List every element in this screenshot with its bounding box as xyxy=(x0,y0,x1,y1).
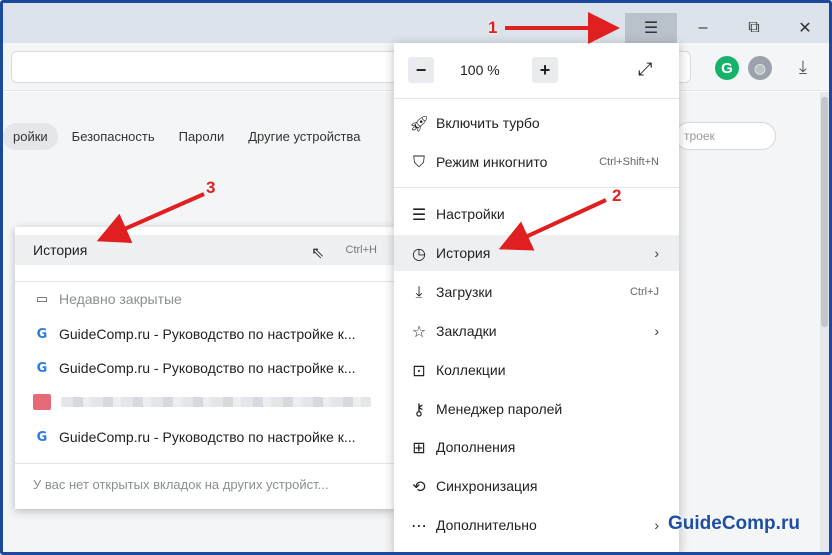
menu-item-label: Синхронизация xyxy=(436,478,538,494)
list-item-label: GuideComp.ru - Руководство по настройке … xyxy=(59,360,356,376)
menu-item-label: Настройки xyxy=(436,206,505,222)
history-submenu: История Ctrl+H ⇖ ▭ Недавно закрытые G Gu… xyxy=(15,227,395,509)
divider xyxy=(394,98,679,99)
fullscreen-icon[interactable]: ⤢ xyxy=(638,59,652,80)
more-dots-icon: ⋯ xyxy=(411,515,427,535)
minimize-button[interactable]: – xyxy=(683,13,723,43)
menu-item-label: Закладки xyxy=(436,323,497,339)
menu-item-shortcut: Ctrl+Shift+N xyxy=(599,156,659,168)
close-button[interactable]: ✕ xyxy=(785,13,825,43)
menu-item-incognito[interactable]: ⛉ Режим инкогнито Ctrl+Shift+N xyxy=(394,144,679,180)
download-icon: ⤓ xyxy=(415,282,423,301)
collections-bookmark-icon: ⊡ xyxy=(412,360,426,380)
guidecomp-favicon-icon: G xyxy=(36,360,48,376)
history-submenu-header[interactable]: История Ctrl+H xyxy=(15,235,395,265)
key-icon: ⚷ xyxy=(413,399,425,419)
menu-item-settings[interactable]: ☰ Настройки xyxy=(394,196,679,232)
list-item-label: GuideComp.ru - Руководство по настройке … xyxy=(59,429,356,445)
menu-item-turbo[interactable]: 🚀︎ Включить турбо xyxy=(394,105,679,141)
menu-item-sync[interactable]: ⟲ Синхронизация xyxy=(394,468,679,504)
list-item-label: GuideComp.ru - Руководство по настройке … xyxy=(59,326,356,342)
guidecomp-favicon-icon: G xyxy=(36,326,48,342)
settings-tabs: ройки Безопасность Пароли Другие устройс… xyxy=(3,121,374,151)
step-number-3: 3 xyxy=(206,178,216,197)
no-tabs-message: У вас нет открытых вкладок на других уст… xyxy=(33,477,329,492)
restore-button[interactable]: ⧉ xyxy=(734,13,774,43)
menu-item-label: Дополнения xyxy=(436,439,516,455)
tab-settings[interactable]: ройки xyxy=(3,122,58,150)
puzzle-icon: ⊞ xyxy=(412,437,426,457)
menu-item-shortcut: Ctrl+J xyxy=(629,286,659,298)
mouse-cursor-icon: ⇖ xyxy=(311,245,325,262)
main-menu: − 100 % + ⤢ 🚀︎ Включить турбо ⛉ Режим ин… xyxy=(394,43,679,552)
recently-closed-label: Недавно закрытые xyxy=(59,291,182,307)
menu-item-bookmarks[interactable]: ☆ Закладки › xyxy=(394,313,679,349)
download-icon[interactable]: ⤓ xyxy=(791,55,815,79)
blurred-favicon-icon xyxy=(33,394,51,410)
divider xyxy=(15,463,395,464)
list-item[interactable]: G GuideComp.ru - Руководство по настройк… xyxy=(15,317,395,351)
clock-icon: ◷ xyxy=(412,243,426,263)
list-item[interactable]: G GuideComp.ru - Руководство по настройк… xyxy=(15,420,395,454)
star-icon: ☆ xyxy=(411,321,427,341)
menu-item-label: История xyxy=(436,245,491,261)
recently-closed-header: ▭ Недавно закрытые xyxy=(15,282,395,316)
globe-icon[interactable]: ◍ xyxy=(748,56,772,80)
settings-search-input[interactable]: троек xyxy=(675,122,776,150)
menu-item-extensions[interactable]: ⊞ Дополнения xyxy=(394,429,679,465)
browser-window: ☰ – ⧉ ✕ G ◍ ⤓ ройки Безопасность Пароли … xyxy=(0,0,832,555)
incognito-mask-icon: ⛉ xyxy=(412,152,425,171)
rocket-icon: 🚀︎ xyxy=(408,113,430,133)
chevron-right-icon: › xyxy=(654,517,659,533)
list-item[interactable]: G GuideComp.ru - Руководство по настройк… xyxy=(15,351,395,385)
menu-item-collections[interactable]: ⊡ Коллекции xyxy=(394,352,679,388)
zoom-controls: − 100 % + ⤢ xyxy=(394,53,679,89)
list-item-blurred[interactable] xyxy=(15,385,395,419)
menu-item-password-manager[interactable]: ⚷ Менеджер паролей xyxy=(394,391,679,427)
zoom-in-button[interactable]: + xyxy=(532,57,558,83)
step-number-2: 2 xyxy=(612,186,622,205)
grammarly-extension-icon[interactable]: G xyxy=(715,56,739,80)
divider xyxy=(394,187,679,188)
menu-item-label: Включить турбо xyxy=(436,115,540,131)
tab-passwords[interactable]: Пароли xyxy=(169,123,235,150)
chevron-right-icon: › xyxy=(654,245,659,261)
zoom-out-button[interactable]: − xyxy=(408,57,434,83)
tab-other-devices[interactable]: Другие устройства xyxy=(238,123,370,150)
guidecomp-favicon-icon: G xyxy=(36,429,48,445)
menu-item-downloads[interactable]: ⤓ Загрузки Ctrl+J xyxy=(394,274,679,310)
scrollbar-thumb[interactable] xyxy=(821,97,828,327)
menu-item-label: Коллекции xyxy=(436,362,506,378)
hamburger-menu-icon[interactable]: ☰ xyxy=(625,13,677,43)
history-submenu-title: История xyxy=(33,242,88,258)
zoom-level: 100 % xyxy=(460,62,500,78)
history-shortcut: Ctrl+H xyxy=(345,244,377,256)
blurred-title xyxy=(61,397,371,407)
menu-item-history[interactable]: ◷ История › xyxy=(394,235,679,271)
watermark-logo: GuideComp.ru xyxy=(668,513,800,534)
menu-item-label: Дополнительно xyxy=(436,517,537,533)
chevron-right-icon: › xyxy=(654,323,659,339)
menu-item-label: Режим инкогнито xyxy=(436,154,548,170)
menu-item-label: Загрузки xyxy=(436,284,493,300)
menu-item-more[interactable]: ⋯ Дополнительно › xyxy=(394,507,679,543)
sliders-icon: ☰ xyxy=(411,204,427,224)
sync-icon: ⟲ xyxy=(412,476,426,496)
tab-window-icon: ▭ xyxy=(35,291,49,306)
menu-item-label: Менеджер паролей xyxy=(436,401,563,417)
step-number-1: 1 xyxy=(488,18,498,37)
tab-security[interactable]: Безопасность xyxy=(62,123,165,150)
